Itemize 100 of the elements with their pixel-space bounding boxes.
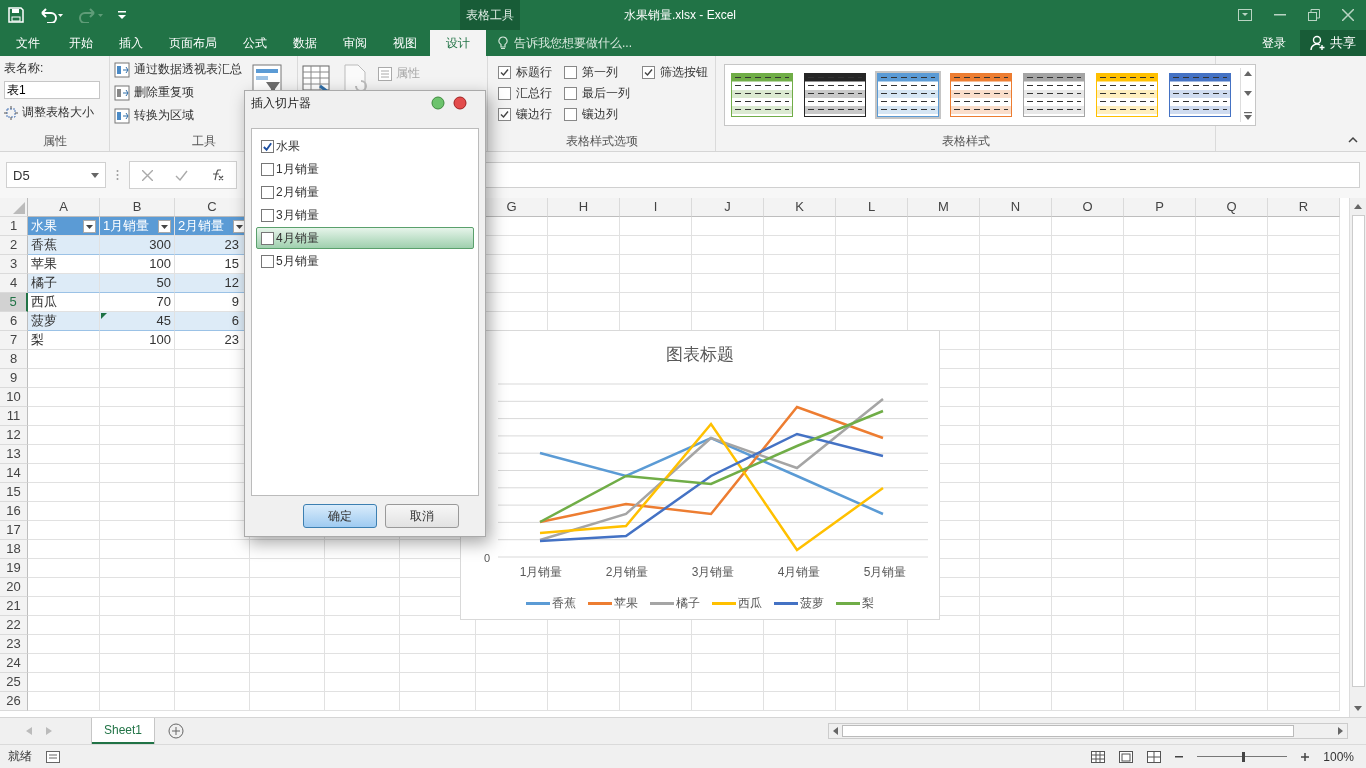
filter-dropdown-icon[interactable] bbox=[158, 219, 171, 233]
undo-icon[interactable] bbox=[38, 7, 64, 23]
table-style-swatch[interactable] bbox=[948, 71, 1014, 119]
table-style-swatch[interactable] bbox=[1167, 71, 1233, 119]
row-header[interactable]: 6 bbox=[0, 312, 28, 331]
resize-table-button[interactable]: 调整表格大小 bbox=[4, 103, 105, 122]
row-header[interactable]: 23 bbox=[0, 635, 28, 654]
row-header[interactable]: 7 bbox=[0, 331, 28, 350]
restore-icon[interactable] bbox=[1308, 9, 1320, 21]
vertical-scrollbar[interactable] bbox=[1349, 198, 1366, 717]
maximize-icon[interactable] bbox=[431, 96, 445, 110]
column-header[interactable]: L bbox=[836, 198, 908, 217]
close-icon[interactable] bbox=[453, 96, 467, 110]
column-header[interactable]: H bbox=[548, 198, 620, 217]
row-header[interactable]: 17 bbox=[0, 521, 28, 540]
table-style-swatch[interactable] bbox=[729, 71, 795, 119]
macro-record-icon[interactable] bbox=[46, 750, 60, 763]
zoom-in-icon[interactable] bbox=[1301, 752, 1310, 761]
scroll-up-icon[interactable] bbox=[1354, 204, 1362, 209]
ribbon-tab[interactable]: 开始 bbox=[56, 30, 106, 56]
row-header[interactable]: 24 bbox=[0, 654, 28, 673]
save-icon[interactable] bbox=[8, 7, 24, 23]
style-option-checkbox[interactable]: 镶边行 bbox=[498, 104, 564, 125]
share-button[interactable]: 共享 bbox=[1300, 30, 1366, 56]
normal-view-icon[interactable] bbox=[1091, 750, 1106, 763]
row-header[interactable]: 10 bbox=[0, 388, 28, 407]
filter-dropdown-icon[interactable] bbox=[83, 219, 96, 233]
scroll-down-icon[interactable] bbox=[1244, 91, 1252, 97]
column-header[interactable]: N bbox=[980, 198, 1052, 217]
field-checkbox[interactable]: 4月销量 bbox=[256, 227, 474, 249]
sheet-tab[interactable]: Sheet1 bbox=[92, 718, 155, 744]
more-styles-icon[interactable] bbox=[1244, 112, 1252, 120]
style-option-checkbox[interactable]: 最后一列 bbox=[564, 83, 642, 104]
zoom-slider-thumb[interactable] bbox=[1242, 751, 1246, 762]
scroll-left-icon[interactable] bbox=[833, 727, 838, 735]
column-header[interactable]: K bbox=[764, 198, 836, 217]
ribbon-tab[interactable]: 审阅 bbox=[330, 30, 380, 56]
ribbon-tab[interactable]: 数据 bbox=[280, 30, 330, 56]
field-checkbox[interactable]: 3月销量 bbox=[256, 204, 474, 226]
row-header[interactable]: 16 bbox=[0, 502, 28, 521]
row-header[interactable]: 11 bbox=[0, 407, 28, 426]
ribbon-tab[interactable]: 插入 bbox=[106, 30, 156, 56]
ok-button[interactable]: 确定 bbox=[303, 504, 377, 528]
row-header[interactable]: 14 bbox=[0, 464, 28, 483]
ribbon-tab[interactable]: 页面布局 bbox=[156, 30, 230, 56]
ribbon-command[interactable]: 删除重复项 bbox=[114, 83, 242, 102]
row-header[interactable]: 15 bbox=[0, 483, 28, 502]
style-option-checkbox[interactable]: 标题行 bbox=[498, 62, 564, 83]
collapse-ribbon-icon[interactable] bbox=[1348, 136, 1358, 143]
row-header[interactable]: 3 bbox=[0, 255, 28, 274]
style-option-checkbox[interactable]: 镶边列 bbox=[564, 104, 642, 125]
name-box[interactable]: D5 bbox=[6, 162, 106, 188]
table-style-swatch[interactable] bbox=[802, 71, 868, 119]
style-option-checkbox[interactable]: 汇总行 bbox=[498, 83, 564, 104]
column-header[interactable]: P bbox=[1124, 198, 1196, 217]
row-header[interactable]: 26 bbox=[0, 692, 28, 711]
scroll-up-icon[interactable] bbox=[1244, 70, 1252, 76]
ribbon-command[interactable]: 通过数据透视表汇总 bbox=[114, 60, 242, 79]
column-header[interactable]: A bbox=[28, 198, 100, 217]
sign-in-link[interactable]: 登录 bbox=[1262, 34, 1286, 52]
row-header[interactable]: 9 bbox=[0, 369, 28, 388]
tell-me-field[interactable]: 告诉我您想要做什么... bbox=[498, 35, 676, 51]
scrollbar-thumb[interactable] bbox=[842, 725, 1294, 737]
scroll-right-icon[interactable] bbox=[1338, 727, 1343, 735]
page-layout-icon[interactable] bbox=[1119, 750, 1134, 763]
page-break-icon[interactable] bbox=[1147, 750, 1162, 763]
column-header[interactable]: B bbox=[100, 198, 175, 217]
row-header[interactable]: 20 bbox=[0, 578, 28, 597]
cancel-button[interactable]: 取消 bbox=[385, 504, 459, 528]
style-option-checkbox[interactable]: 筛选按钮 bbox=[642, 62, 718, 83]
ribbon-tab[interactable]: 公式 bbox=[230, 30, 280, 56]
ribbon-display-icon[interactable] bbox=[1238, 9, 1252, 21]
add-sheet-icon[interactable] bbox=[168, 723, 185, 739]
ribbon-command[interactable]: 转换为区域 bbox=[114, 106, 242, 125]
column-header[interactable]: R bbox=[1268, 198, 1340, 217]
filter-dropdown-icon[interactable] bbox=[233, 219, 246, 233]
field-checkbox[interactable]: 1月销量 bbox=[256, 158, 474, 180]
column-header[interactable]: M bbox=[908, 198, 980, 217]
row-header[interactable]: 5 bbox=[0, 293, 28, 312]
field-checkbox[interactable]: 2月销量 bbox=[256, 181, 474, 203]
customize-caret-icon[interactable] bbox=[118, 10, 126, 20]
row-header[interactable]: 12 bbox=[0, 426, 28, 445]
table-name-field[interactable]: 表1 bbox=[4, 81, 100, 99]
ribbon-tab[interactable]: 文件 bbox=[0, 30, 56, 56]
table-style-swatch[interactable] bbox=[875, 71, 941, 119]
insert-function-icon[interactable] bbox=[210, 169, 224, 181]
column-header[interactable]: O bbox=[1052, 198, 1124, 217]
column-header[interactable]: Q bbox=[1196, 198, 1268, 217]
table-style-swatch[interactable] bbox=[1094, 71, 1160, 119]
horizontal-scrollbar[interactable] bbox=[828, 723, 1348, 739]
row-header[interactable]: 13 bbox=[0, 445, 28, 464]
column-header[interactable]: I bbox=[620, 198, 692, 217]
row-header[interactable]: 1 bbox=[0, 217, 28, 236]
table-style-swatch[interactable] bbox=[1021, 71, 1087, 119]
row-header[interactable]: 22 bbox=[0, 616, 28, 635]
row-header[interactable]: 25 bbox=[0, 673, 28, 692]
scroll-down-icon[interactable] bbox=[1354, 706, 1362, 711]
zoom-level[interactable]: 100% bbox=[1323, 749, 1354, 764]
ribbon-tab[interactable]: 视图 bbox=[380, 30, 430, 56]
field-checkbox[interactable]: 5月销量 bbox=[256, 250, 474, 272]
